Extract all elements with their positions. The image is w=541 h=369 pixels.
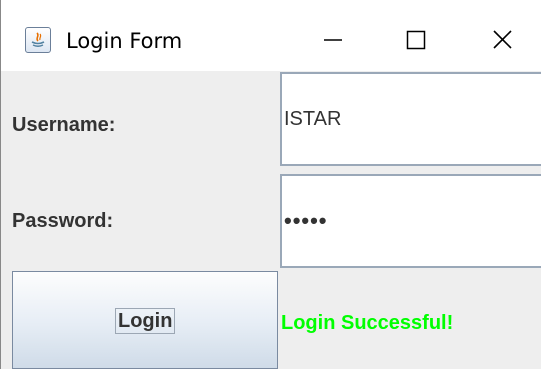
close-icon <box>493 30 512 49</box>
username-label: Username: <box>12 114 116 136</box>
form-panel: Username: Password: ••••• Login Login Su… <box>2 71 541 369</box>
login-form-window: Login Form Username: Password: ••••• Log… <box>0 0 541 369</box>
title-bar[interactable]: Login Form <box>1 0 541 71</box>
login-button-label: Login <box>115 308 176 334</box>
maximize-button[interactable] <box>393 19 439 59</box>
maximize-icon <box>406 30 426 50</box>
window-title: Login Form <box>66 29 183 53</box>
minimize-button[interactable] <box>309 19 355 59</box>
login-button[interactable]: Login <box>12 271 278 369</box>
password-field[interactable]: ••••• <box>280 174 541 268</box>
password-label: Password: <box>12 210 114 232</box>
close-button[interactable] <box>479 19 525 59</box>
minimize-icon <box>324 39 342 41</box>
java-icon <box>25 27 51 53</box>
status-message: Login Successful! <box>281 312 454 334</box>
username-field[interactable] <box>280 72 541 166</box>
